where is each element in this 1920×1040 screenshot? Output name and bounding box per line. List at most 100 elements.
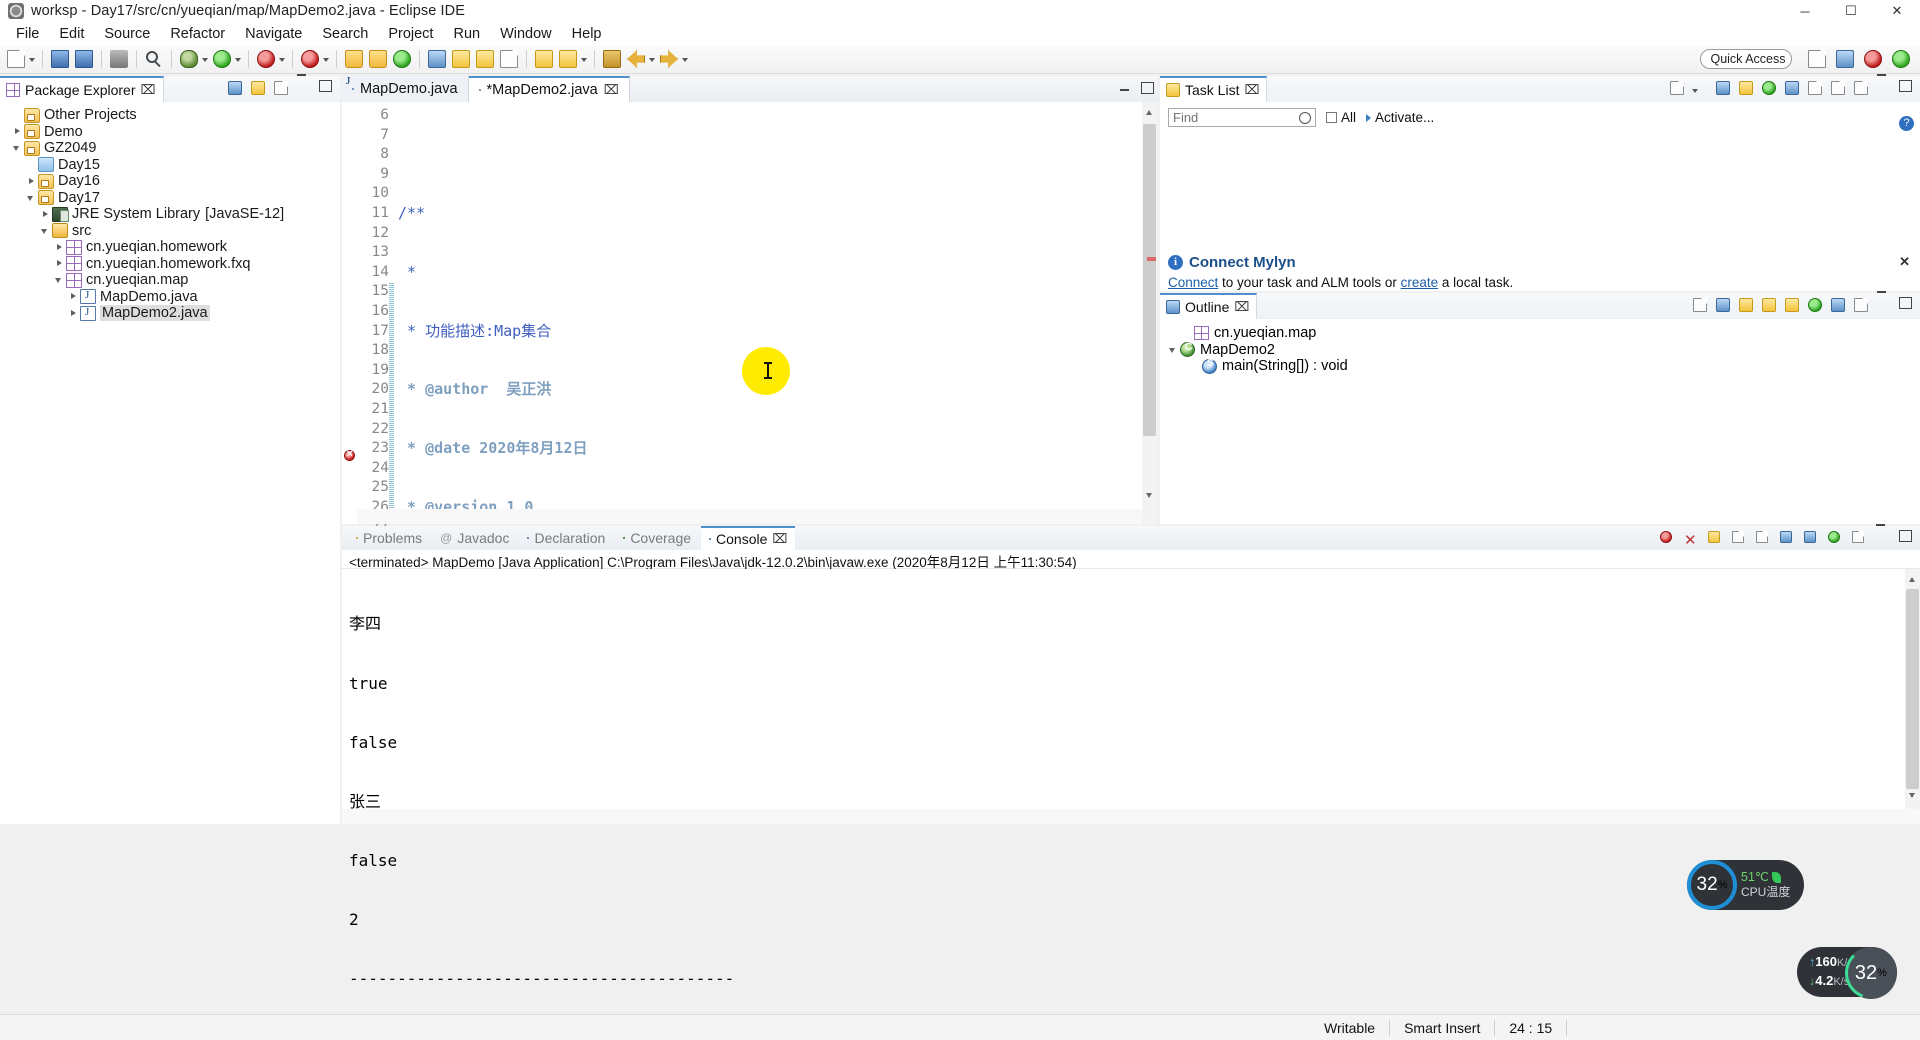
new-dropdown-icon[interactable]: [28, 48, 37, 70]
close-icon[interactable]: ⌧: [1234, 299, 1249, 315]
schedule-icon[interactable]: [1737, 79, 1755, 97]
scrollbar-thumb[interactable]: [1906, 589, 1919, 789]
display-console-icon[interactable]: [1802, 529, 1820, 547]
tree-item-mapdemo2-java[interactable]: MapDemo2.java: [0, 305, 340, 322]
search-icon[interactable]: [1299, 112, 1311, 124]
console-output[interactable]: 李四 true false 张三 false 2 ---------------…: [342, 569, 1920, 1040]
back-dropdown-icon[interactable]: [648, 48, 657, 70]
menu-window[interactable]: Window: [490, 24, 562, 44]
tab-package-explorer[interactable]: Package Explorer ⌧: [0, 76, 164, 102]
overview-error-mark[interactable]: [1147, 257, 1156, 261]
minimize-editor-icon[interactable]: [1118, 81, 1131, 94]
open-type-icon[interactable]: [426, 48, 448, 70]
new-task-dropdown-icon[interactable]: [1691, 79, 1709, 97]
close-button[interactable]: ✕: [1874, 0, 1920, 22]
minimize-view-icon[interactable]: [1875, 79, 1893, 97]
maximize-view-icon[interactable]: [318, 79, 336, 97]
scroll-up-icon[interactable]: [1142, 104, 1157, 121]
close-icon[interactable]: ⌧: [772, 531, 787, 547]
scroll-up-icon[interactable]: [1905, 571, 1920, 588]
tree-item-cn-yueqian-homework[interactable]: cn.yueqian.homework: [0, 239, 340, 256]
menu-search[interactable]: Search: [312, 24, 378, 44]
help-icon[interactable]: ?: [1899, 116, 1914, 131]
expand-arrow-icon[interactable]: [66, 290, 80, 304]
pin-console-icon[interactable]: [1778, 529, 1796, 547]
editor-vertical-scrollbar[interactable]: [1142, 102, 1157, 524]
view-menu-icon[interactable]: [272, 79, 290, 97]
perspective-debug-icon[interactable]: [1862, 48, 1886, 70]
tab-problems[interactable]: Problems: [348, 526, 430, 550]
search-icon[interactable]: [143, 48, 165, 70]
categorize-icon[interactable]: [1714, 79, 1732, 97]
tree-item-cn-yueqian-map[interactable]: cn.yueqian.map: [0, 272, 340, 289]
maximize-view-icon[interactable]: [1898, 79, 1916, 97]
expand-arrow-icon[interactable]: [52, 257, 66, 271]
quick-access-input[interactable]: Quick Access: [1700, 49, 1792, 69]
close-icon[interactable]: ✕: [1899, 254, 1910, 270]
mylyn-connect-link[interactable]: Connect: [1168, 275, 1218, 290]
outline-item-main-method[interactable]: main(String[]) : void: [1160, 358, 1920, 375]
new-icon[interactable]: [5, 48, 27, 70]
collapse-arrow-icon[interactable]: [10, 141, 24, 155]
find-input[interactable]: [1173, 110, 1295, 125]
perspective-java-icon[interactable]: [1834, 48, 1858, 70]
scroll-left-icon[interactable]: [379, 508, 394, 523]
scroll-left-icon[interactable]: [346, 808, 361, 823]
tab-outline[interactable]: Outline ⌧: [1160, 293, 1258, 319]
new-task-icon[interactable]: [1668, 79, 1686, 97]
collapse-all-icon[interactable]: [1806, 79, 1824, 97]
tab-javadoc[interactable]: @ Javadoc: [432, 526, 517, 550]
remove-all-launches-icon[interactable]: [1706, 529, 1724, 547]
menu-refactor[interactable]: Refactor: [160, 24, 235, 44]
tree-item-src[interactable]: src: [0, 223, 340, 240]
new-class-icon[interactable]: [391, 48, 413, 70]
tree-item-cn-yueqian-homework-fxq[interactable]: cn.yueqian.homework.fxq: [0, 256, 340, 273]
collapse-arrow-icon[interactable]: [1166, 343, 1180, 357]
save-icon[interactable]: [49, 48, 71, 70]
collapse-arrow-icon[interactable]: [38, 224, 52, 238]
menu-help[interactable]: Help: [562, 24, 612, 44]
scroll-down-icon[interactable]: [1142, 487, 1157, 504]
synchronize-icon[interactable]: [1783, 79, 1801, 97]
tab-task-list[interactable]: Task List ⌧: [1160, 76, 1268, 102]
tree-item-day17[interactable]: Day17: [0, 190, 340, 207]
hide-static-icon[interactable]: [1760, 296, 1778, 314]
editor-marker-bar[interactable]: [342, 102, 357, 524]
clear-console-icon[interactable]: [1730, 529, 1748, 547]
toggle-mark-occurrences-icon[interactable]: [474, 48, 496, 70]
cpu-monitor-widget[interactable]: 51℃ CPU温度 32%: [1687, 860, 1805, 910]
maximize-view-icon[interactable]: [1898, 296, 1916, 314]
error-marker-icon[interactable]: [344, 448, 355, 461]
network-monitor-widget[interactable]: ↑160K/s ↓4.2K/s 32%: [1797, 947, 1897, 997]
expand-arrow-icon[interactable]: [52, 240, 66, 254]
new-package-icon[interactable]: [367, 48, 389, 70]
run-external-tools-icon[interactable]: [255, 48, 277, 70]
scroll-lock-icon[interactable]: [1754, 529, 1772, 547]
scroll-down-icon[interactable]: [1905, 787, 1920, 804]
menu-navigate[interactable]: Navigate: [235, 24, 312, 44]
expand-arrow[interactable]: [1180, 326, 1194, 340]
tree-item-jre-system-library[interactable]: JRE System Library [JavaSE-12]: [0, 206, 340, 223]
expand-arrow[interactable]: [1188, 359, 1202, 373]
expand-arrow-icon[interactable]: [66, 306, 80, 320]
hide-nonpublic-icon[interactable]: [1783, 296, 1801, 314]
collapse-arrow-icon[interactable]: [24, 191, 38, 205]
tree-item-demo[interactable]: Demo: [0, 124, 340, 141]
new-java-project-icon[interactable]: [343, 48, 365, 70]
maximize-console-icon[interactable]: [1898, 529, 1916, 547]
task-view-menu-icon[interactable]: [1852, 79, 1870, 97]
minimize-button[interactable]: ─: [1782, 0, 1828, 22]
close-icon[interactable]: ⌧: [141, 82, 156, 98]
tree-item-mapdemo-java[interactable]: MapDemo.java: [0, 289, 340, 306]
tree-item-other-projects[interactable]: Other Projects: [0, 107, 340, 124]
remove-launch-icon[interactable]: ✕: [1682, 529, 1700, 549]
previous-annotation-icon[interactable]: [557, 48, 579, 70]
coverage-dropdown-icon[interactable]: [322, 48, 331, 70]
tab-coverage[interactable]: Coverage: [615, 526, 699, 550]
link-with-editor-icon[interactable]: [1829, 296, 1847, 314]
debug-dropdown-icon[interactable]: [201, 48, 210, 70]
console-view-menu-icon[interactable]: [1850, 529, 1868, 547]
hide-fields-icon[interactable]: [1737, 296, 1755, 314]
mylyn-create-link[interactable]: create: [1401, 275, 1439, 290]
print-icon[interactable]: [108, 48, 130, 70]
